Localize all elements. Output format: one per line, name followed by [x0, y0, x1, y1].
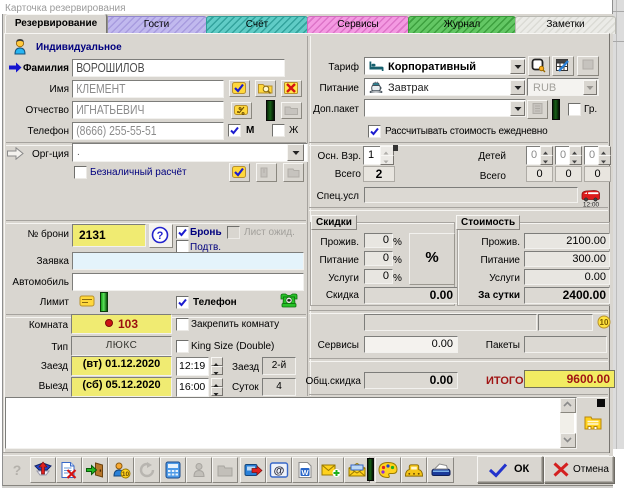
svg-text:10: 10 — [122, 471, 130, 478]
svg-text:?: ? — [157, 230, 164, 242]
svg-text:@: @ — [274, 465, 285, 477]
svg-text:W: W — [301, 468, 309, 477]
svg-text:10: 10 — [600, 318, 609, 327]
